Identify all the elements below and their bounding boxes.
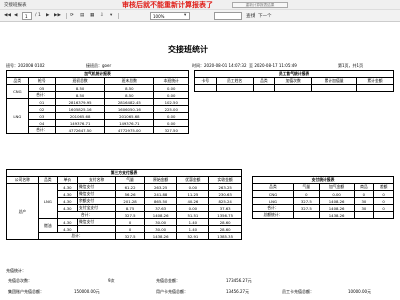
staff-card-value: 10000.00元: [348, 289, 372, 294]
chevron-down-icon[interactable]: ▾: [184, 13, 186, 18]
recharge-count-label: 充值总次数：: [8, 278, 32, 283]
recharge-count-value: 9次: [108, 278, 115, 283]
table-row: 总产 LNG 4.30 微信支付 61.22 263.25 0.00 263.2…: [6, 183, 242, 240]
recharge-total-label: 充值总金额：: [156, 278, 180, 283]
table-row: 合计： 4772647.50 4772975.00 327.50: [7, 126, 189, 134]
table-row: 04 149376.71 149376.71 0.00: [7, 119, 189, 127]
table-row: 03 201065.68 201065.68 0.00: [7, 112, 189, 120]
col-header: 员工姓名: [215, 77, 254, 85]
table-row: CNG 0 0.00 0 0: [252, 190, 394, 198]
col-header: 公司名称: [6, 176, 39, 184]
col-header: 实收金额: [208, 176, 242, 184]
recharge-title: 充值统计：: [6, 268, 26, 273]
refresh-icon[interactable]: ⟳: [70, 13, 74, 18]
col-header: 卡号: [194, 77, 217, 85]
col-header: 品类: [252, 77, 276, 85]
table-row: 总额统计： 1438.26: [252, 211, 394, 219]
time-range: 时间：2020-08-01 14:07:32 至 2020-08-17 11:0…: [192, 63, 297, 68]
card-table-caption: 员工售气统计报表: [194, 70, 394, 78]
col-header: 优惠金额: [176, 176, 210, 184]
table-row: 合计： 327.5 1408.26 30 0: [252, 204, 394, 212]
col-header: 气量: [292, 183, 320, 191]
window-titlebar: 交接班报表 审核后就不能重新计算报表了 重新计算报表结果: [0, 0, 400, 10]
page-total: / 1: [35, 13, 41, 18]
payment-summary-table: 支付统计报表 品类 气量 加气金额 商品 差额 CNG 0 0.00 0 0 L…: [252, 176, 394, 219]
col-header: 品类: [6, 77, 29, 85]
table-row: CNG 05 8.50 8.50 0.00: [6, 84, 189, 99]
recharge-total-value: 173456.27元: [226, 278, 252, 283]
table-row: [194, 84, 395, 92]
col-header: 品类: [252, 183, 294, 191]
export-icon[interactable]: ⇩: [100, 13, 104, 18]
col-header: 累计加值量: [311, 77, 357, 85]
pay-table-caption: 第三方支付报表: [6, 169, 242, 177]
col-header: 品类: [37, 176, 58, 184]
site-label: 班号：202008 0102: [6, 63, 45, 68]
col-header: 单价: [56, 176, 78, 184]
col-header: 原始金额: [143, 176, 178, 184]
user-card-value: 13456.27元: [226, 289, 250, 294]
gun-stats-table: 加气机统计报表 品类 枪号 班初总数 班末总数 本班统计 CNG 05 8.50…: [6, 70, 189, 134]
col-header: 班末总数: [104, 77, 155, 85]
shift-label: 接班员：goer: [86, 63, 112, 68]
page-input[interactable]: 1: [22, 12, 32, 20]
col-header: 差额: [373, 183, 394, 191]
col-header: 加气金额: [318, 183, 355, 191]
tab-title[interactable]: 交接班报表: [4, 2, 27, 8]
col-header: 累计金额: [355, 77, 395, 85]
warning-banner: 审核后就不能重新计算报表了: [122, 1, 213, 9]
table-row: 02 1605825.16 1606050.16 225.00: [7, 105, 189, 113]
toolbar-divider: [66, 13, 67, 19]
print-icon[interactable]: ▤: [80, 13, 84, 18]
user-card-label: 用户卡充值总额：: [156, 289, 188, 294]
shift-value: goer: [102, 63, 112, 68]
report-title: 交接班统计: [168, 45, 208, 54]
col-header: 本班统计: [153, 77, 189, 85]
find-next-link[interactable]: 下一个: [258, 13, 272, 19]
recalc-button[interactable]: 重新计算报表结果: [232, 2, 288, 8]
third-party-payment-table: 第三方支付报表 公司名称 品类 单价 支付名称 气量 原始金额 优惠金额 实收金…: [6, 169, 242, 240]
page-info: 第1页，共1页: [338, 63, 364, 68]
site-value: 202008 0102: [18, 63, 45, 68]
toolbar-divider: [118, 13, 119, 19]
col-header: 支付名称: [76, 176, 117, 184]
table-row: 总计： 327.5 1438.26 52.91 1385.35: [7, 232, 242, 240]
table-row: LNG 327.5 1408.26 30 0: [252, 197, 394, 205]
table-row: LNG 01 2816379.95 2816482.45 102.50: [6, 98, 189, 134]
next-page-icon[interactable]: ▶: [46, 13, 49, 18]
last-page-icon[interactable]: ▶▶: [54, 13, 61, 18]
col-header: 气量: [115, 176, 145, 184]
table-row: 燃油 4.30 微信支付 0 30.00 1.40 28.60: [7, 218, 242, 233]
col-header: 加值次数: [274, 77, 313, 85]
col-header: 班初总数: [54, 77, 106, 85]
dropdown-icon[interactable]: ▾: [110, 13, 112, 18]
prev-page-icon[interactable]: ◀: [14, 13, 17, 18]
company-name: 总产: [6, 183, 39, 240]
table-row: 合计： 8.50 8.50 0.00: [7, 91, 189, 99]
group-recharge-label: 集团账户充值总额：: [8, 289, 44, 294]
col-header: 商品: [353, 183, 375, 191]
group-recharge-value: 150000.00元: [74, 289, 100, 294]
gun-table-caption: 加气机统计报表: [6, 70, 189, 78]
layout-icon[interactable]: ▦: [90, 13, 94, 18]
employee-sales-table: 员工售气统计报表 卡号 员工姓名 品类 加值次数 累计加值量 累计金额: [194, 70, 395, 92]
summary-table-caption: 支付统计报表: [252, 176, 394, 184]
col-header: 枪号: [27, 77, 56, 85]
staff-card-label: 员工卡充值总额：: [282, 289, 314, 294]
separator: |: [254, 13, 256, 18]
find-input[interactable]: [214, 12, 242, 20]
first-page-icon[interactable]: ◀◀: [4, 13, 11, 18]
